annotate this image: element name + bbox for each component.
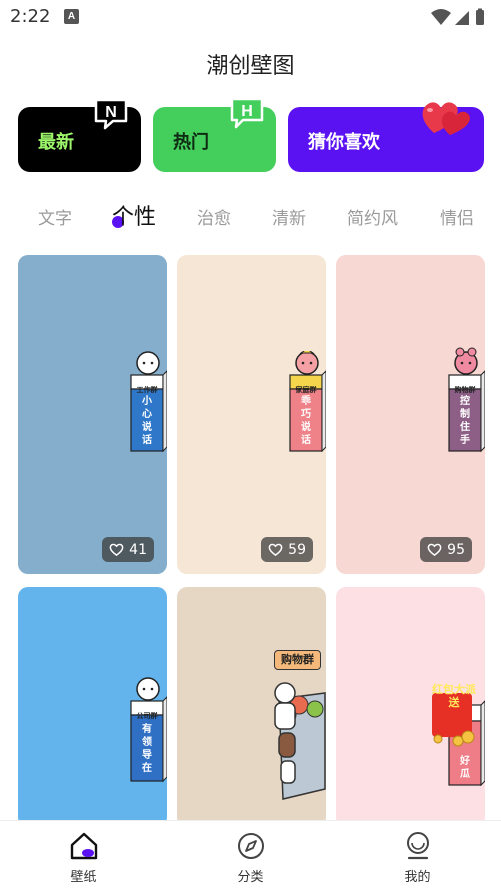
like-count: 95	[447, 541, 465, 558]
like-count-button[interactable]: 59	[261, 537, 313, 562]
tab-couple[interactable]: 情侣	[440, 204, 474, 229]
tab-text[interactable]: 文字	[38, 204, 72, 229]
group-label: 购物群	[454, 386, 476, 394]
wallpaper-card[interactable]: 公司群 有 领 导 在	[18, 587, 167, 827]
heart-outline-icon	[268, 543, 283, 556]
group-label: 家庭群	[295, 386, 317, 394]
home-icon	[70, 832, 98, 860]
hot-badge-icon: H	[230, 97, 264, 129]
app-notification-icon: A	[64, 9, 79, 24]
nav-label: 分类	[237, 870, 264, 885]
heart-icon	[422, 102, 470, 135]
like-count: 41	[129, 541, 147, 558]
heart-outline-icon	[427, 543, 442, 556]
wallpaper-card[interactable]: 工作群 小 心 说 话 41	[18, 255, 167, 574]
category-label: 热门	[173, 132, 209, 153]
signal-icon	[455, 11, 469, 25]
slogan-text: 小 心 说 话	[142, 396, 152, 446]
slogan-text: 好 瓜	[460, 756, 470, 780]
badge-letter: N	[105, 104, 117, 121]
heart-outline-icon	[109, 543, 124, 556]
like-count-button[interactable]: 95	[420, 537, 472, 562]
tab-minimal[interactable]: 简约风	[347, 204, 398, 229]
like-count: 59	[288, 541, 306, 558]
tab-bar: 文字 个性 治愈 清新 简约风 情侣	[0, 198, 501, 238]
wifi-icon	[431, 9, 451, 25]
like-count-button[interactable]: 41	[102, 537, 154, 562]
group-label: 购物群	[274, 650, 321, 670]
nav-wallpaper[interactable]: 壁纸	[0, 821, 167, 890]
wallpaper-card[interactable]: 家庭群 乖 巧 说 话 59	[177, 255, 326, 574]
nav-label: 我的	[404, 870, 431, 885]
nav-profile[interactable]: 我的	[334, 821, 501, 890]
compass-icon	[238, 833, 264, 859]
badge-letter: H	[241, 103, 253, 120]
new-badge-icon: N	[94, 98, 128, 130]
wallpaper-card[interactable]: 购物群 控 制 住 手 95	[336, 255, 485, 574]
slogan-text: 乖 巧 说 话	[301, 396, 311, 446]
red-packet-label: 红包大派送	[432, 683, 476, 709]
tab-healing[interactable]: 治愈	[197, 204, 231, 229]
shopping-cart-illustration	[274, 682, 326, 800]
nav-label: 壁纸	[70, 870, 97, 885]
slogan-text: 控 制 住 手	[460, 396, 470, 446]
page-title: 潮创壁图	[206, 54, 295, 79]
tab-personality[interactable]: 个性	[112, 199, 156, 231]
category-label: 猜你喜欢	[308, 132, 380, 153]
status-icons	[429, 7, 489, 31]
category-label: 最新	[38, 132, 74, 153]
status-time: 2:22	[10, 6, 51, 27]
nav-category[interactable]: 分类	[167, 821, 334, 890]
wallpaper-card[interactable]: 红包大派送 好 瓜	[336, 587, 485, 827]
tab-fresh[interactable]: 清新	[272, 204, 306, 229]
wallpaper-card[interactable]: 购物群	[177, 587, 326, 827]
bottom-nav: 壁纸 分类 我的	[0, 820, 501, 890]
battery-icon	[476, 10, 484, 25]
group-label: 工作群	[136, 386, 158, 394]
profile-icon	[407, 832, 429, 860]
status-bar: 2:22 A	[0, 0, 501, 34]
group-label: 公司群	[136, 712, 158, 720]
slogan-text: 有 领 导 在	[142, 724, 152, 774]
